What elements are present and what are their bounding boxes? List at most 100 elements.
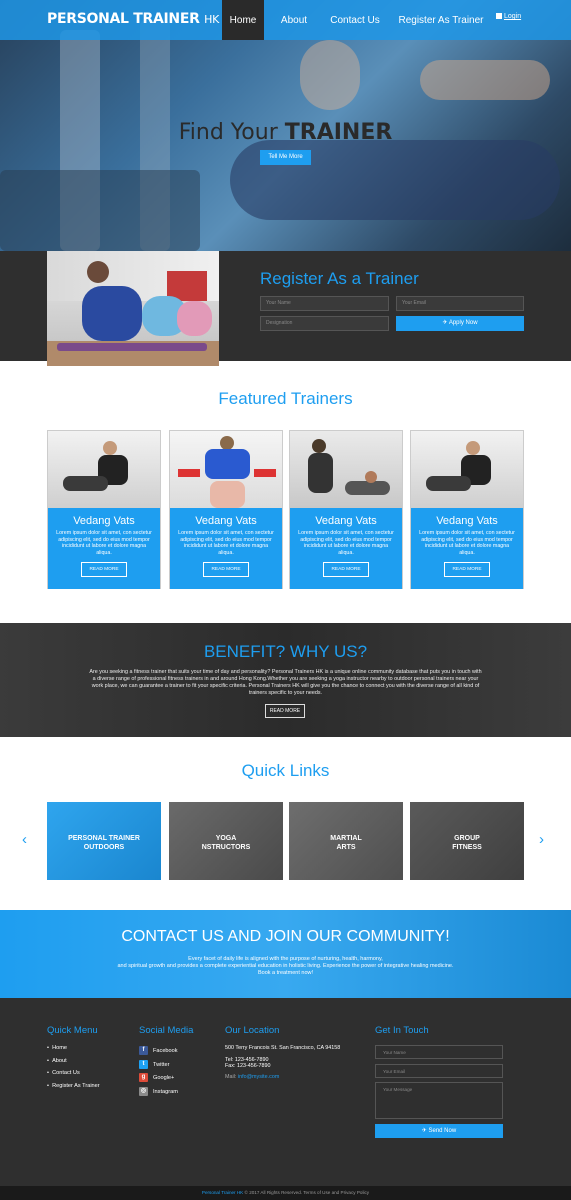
footer-email-input[interactable]: Your Email [375,1064,503,1078]
trainer-photo [48,431,160,508]
trainer-name: Vedang Vats [315,515,377,527]
contact-banner [0,910,571,998]
card-body: Vedang Vats Lorem ipsum dolor sit amet, … [48,508,160,589]
chevron-left-icon[interactable]: ‹ [22,831,27,848]
quick-menu-list: • Home • About • Contact Us • Register A… [47,1045,127,1095]
read-more-button[interactable]: READ MORE [81,562,127,577]
send-now-button[interactable]: ✈ Send Now [375,1124,503,1138]
quicklink-martial-arts[interactable]: MARTIAL ARTS [289,802,403,880]
trainer-card: Vedang Vats Lorem ipsum dolor sit amet, … [289,430,403,589]
location-address: 500 Terry Francois St. San Francisco, CA… [225,1045,341,1051]
tell-me-more-button[interactable]: Tell Me More [260,150,311,165]
card-body: Vedang Vats Lorem ipsum dolor sit amet, … [290,508,402,589]
nav-about[interactable]: About [272,0,316,40]
benefit-title: BENEFIT? WHY US? [203,642,368,661]
send-now-label: Send Now [428,1128,457,1134]
apply-now-button[interactable]: ✈ Apply Now [396,316,524,331]
quick-menu-item-about[interactable]: • About [47,1058,67,1064]
quicklink-line2: OUTDOORS [83,844,125,851]
quick-menu-item-register[interactable]: • Register As Trainer [47,1083,100,1089]
instagram-icon: ◎ [139,1087,148,1096]
chevron-right-icon[interactable]: › [539,831,544,848]
trainer-bio: Lorem ipsum dolor sit amet, con sectetur… [298,530,394,556]
contact-banner-line3: Book a treatment now! [257,970,314,976]
read-more-button[interactable]: READ MORE [323,562,369,577]
trainer-card: Vedang Vats Lorem ipsum dolor sit amet, … [47,430,161,589]
social-facebook[interactable]: f Facebook [139,1046,178,1055]
yoga-photo [47,251,219,366]
mail-label: Mail: [225,1073,237,1080]
benefit-read-more-button[interactable]: READ MORE [265,704,305,718]
copyright-brand[interactable]: Personal Trainer HK [202,1190,243,1195]
social-label: Facebook [153,1047,178,1054]
quick-menu-title: Quick Menu [47,1025,98,1036]
quicklink-outdoors[interactable]: PERSONAL TRAINER OUTDOORS [47,802,161,880]
nav-contact[interactable]: Contact Us [326,0,384,40]
get-in-touch-title: Get In Touch [375,1025,429,1036]
designation-input[interactable]: Designation [260,316,389,331]
quick-menu-label: Contact Us [52,1070,80,1076]
contact-banner-line1: Every facet of daily life is aligned wit… [188,956,383,962]
contact-banner-line2: and spiritual growth and provides a comp… [117,963,454,969]
location-info: 500 Terry Francois St. San Francisco, CA… [225,1045,365,1080]
social-instagram[interactable]: ◎ Instagram [139,1087,178,1096]
brand-logo[interactable]: PERSONAL TRAINER HK [47,11,219,27]
twitter-icon: t [139,1060,148,1069]
trainer-name: Vedang Vats [195,515,257,527]
quicklink-line1: GROUP [454,835,480,842]
trainer-bio: Lorem ipsum dolor sit amet, con sectetur… [178,530,274,556]
social-label: Instagram [153,1088,178,1095]
send-icon: ✈ [442,320,448,326]
quicklink-line1: YOGA [215,835,237,842]
nav-register[interactable]: Register As Trainer [398,0,484,40]
login-link[interactable]: Login [496,13,521,20]
trainer-card: Vedang Vats Lorem ipsum dolor sit amet, … [410,430,524,589]
quick-menu-label: About [52,1058,67,1064]
read-more-button[interactable]: READ MORE [203,562,249,577]
quicklink-yoga[interactable]: YOGA NSTRUCTORS [169,802,283,880]
location-title: Our Location [225,1025,280,1036]
footer-name-input[interactable]: Your Name [375,1045,503,1059]
location-fax: Fax: 123-456-7890 [225,1063,271,1069]
brand-name: PERSONAL TRAINER [47,11,200,27]
social-label: Google+ [153,1074,175,1081]
card-body: Vedang Vats Lorem ipsum dolor sit amet, … [170,508,282,589]
apply-now-label: Apply Now [448,320,478,326]
register-title: Register As a Trainer [260,269,419,288]
contact-banner-text: Every facet of daily life is aligned wit… [70,956,501,977]
trainer-photo [411,431,523,508]
trainer-photo [170,431,282,508]
read-more-button[interactable]: READ MORE [444,562,490,577]
quicklinks-title: Quick Links [241,761,330,780]
quicklink-group-fitness[interactable]: GROUP FITNESS [410,802,524,880]
hero-title-bold: TRAINER [284,120,393,145]
social-google[interactable]: g Google+ [139,1073,174,1082]
card-body: Vedang Vats Lorem ipsum dolor sit amet, … [411,508,523,589]
quicklink-line2: ARTS [336,844,356,851]
benefit-text: Are you seeking a fitness trainer that s… [89,669,482,696]
quick-menu-item-home[interactable]: • Home [47,1045,67,1051]
trainer-bio: Lorem ipsum dolor sit amet, con sectetur… [56,530,152,556]
email-input[interactable]: Your Email [396,296,524,311]
login-label: Login [503,13,522,20]
facebook-icon: f [139,1046,148,1055]
social-twitter[interactable]: t Twitter [139,1060,169,1069]
copyright-text: © 2017 All Rights Reserved. Terms of Use… [244,1190,370,1195]
contact-banner-title: CONTACT US AND JOIN OUR COMMUNITY! [121,928,450,945]
social-list: f Facebook t Twitter g Google+ ◎ Instagram [139,1046,219,1101]
trainer-bio: Lorem ipsum dolor sit amet, con sectetur… [419,530,515,556]
quicklink-line2: FITNESS [452,844,482,851]
login-icon [496,13,502,20]
brand-suffix: HK [204,13,220,26]
name-input[interactable]: Your Name [260,296,389,311]
social-media-title: Social Media [139,1025,194,1036]
footer-message-input[interactable]: Your Message [375,1082,503,1119]
hero-title-light: Find Your [178,120,278,145]
copyright-bar: Personal Trainer HK © 2017 All Rights Re… [0,1186,571,1200]
nav-home[interactable]: Home [222,0,264,40]
mail-link[interactable]: info@mysite.com [238,1074,279,1080]
trainer-card: Vedang Vats Lorem ipsum dolor sit amet, … [169,430,283,589]
quick-menu-item-contact[interactable]: • Contact Us [47,1070,80,1076]
quicklink-line1: PERSONAL TRAINER [68,835,140,842]
trainer-name: Vedang Vats [436,515,498,527]
